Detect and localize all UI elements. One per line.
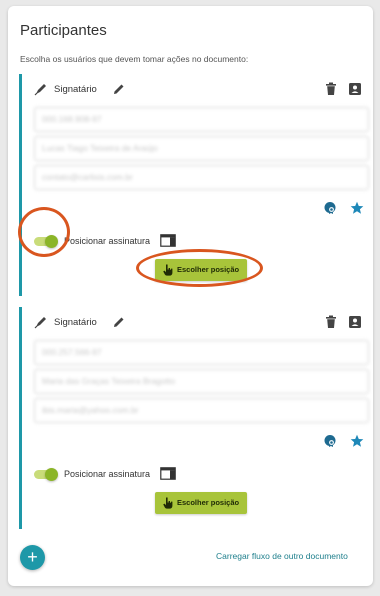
position-signature-toggle[interactable]	[34, 468, 58, 481]
choose-position-button[interactable]: Escolher posição	[155, 259, 247, 281]
participant-role-label: Signatário	[54, 84, 97, 95]
edit-pencil-icon[interactable]	[112, 82, 126, 96]
edit-pencil-icon[interactable]	[112, 315, 126, 329]
toggle-label: Posicionar assinatura	[64, 236, 151, 246]
participant-actions	[34, 201, 369, 217]
hand-pointer-icon	[163, 497, 173, 509]
participant-header: Signatário	[34, 315, 369, 331]
participant-card: Signatário 000.257.566-97 Maria das Graç…	[19, 307, 372, 529]
signature-pen-icon	[34, 317, 46, 329]
toggle-thumb	[45, 235, 58, 248]
name-field[interactable]: Lucas Tiago Teixeira de Araújo	[34, 136, 369, 161]
choose-position-label: Escolher posição	[177, 498, 240, 507]
cpf-field[interactable]: 000.257.566-97	[34, 340, 369, 365]
star-icon[interactable]	[350, 201, 364, 215]
star-icon[interactable]	[350, 434, 364, 448]
contact-card-icon[interactable]	[348, 315, 362, 329]
hand-pointer-icon	[163, 264, 173, 276]
load-flow-link[interactable]: Carregar fluxo de outro documento	[216, 551, 348, 561]
certificate-icon[interactable]	[323, 201, 337, 215]
window-icon	[160, 234, 176, 247]
window-icon	[160, 467, 176, 480]
participants-panel: Participantes Escolha os usuários que de…	[8, 6, 373, 586]
email-field[interactable]: ibis.maria@yahoo.com.br	[34, 398, 369, 423]
choose-position-button[interactable]: Escolher posição	[155, 492, 247, 514]
trash-icon[interactable]	[325, 82, 337, 96]
plus-icon: +	[27, 547, 38, 567]
cpf-field[interactable]: 000.168.908-97	[34, 107, 369, 132]
participant-header: Signatário	[34, 82, 369, 98]
position-signature-toggle[interactable]	[34, 235, 58, 248]
participant-role-label: Signatário	[54, 317, 97, 328]
participant-actions	[34, 434, 369, 450]
add-participant-button[interactable]: +	[20, 545, 45, 570]
toggle-thumb	[45, 468, 58, 481]
signature-pen-icon	[34, 84, 46, 96]
participant-card: Signatário 000.168.908-97 Lucas Tiago Te…	[19, 74, 372, 296]
panel-subtitle: Escolha os usuários que devem tomar açõe…	[20, 54, 249, 64]
name-field[interactable]: Maria das Graças Teixeira Bragotto	[34, 369, 369, 394]
toggle-label: Posicionar assinatura	[64, 469, 151, 479]
choose-position-label: Escolher posição	[177, 265, 240, 274]
email-field[interactable]: contato@carlixis.com.br	[34, 165, 369, 190]
certificate-icon[interactable]	[323, 434, 337, 448]
contact-card-icon[interactable]	[348, 82, 362, 96]
panel-title: Participantes	[20, 22, 107, 39]
trash-icon[interactable]	[325, 315, 337, 329]
